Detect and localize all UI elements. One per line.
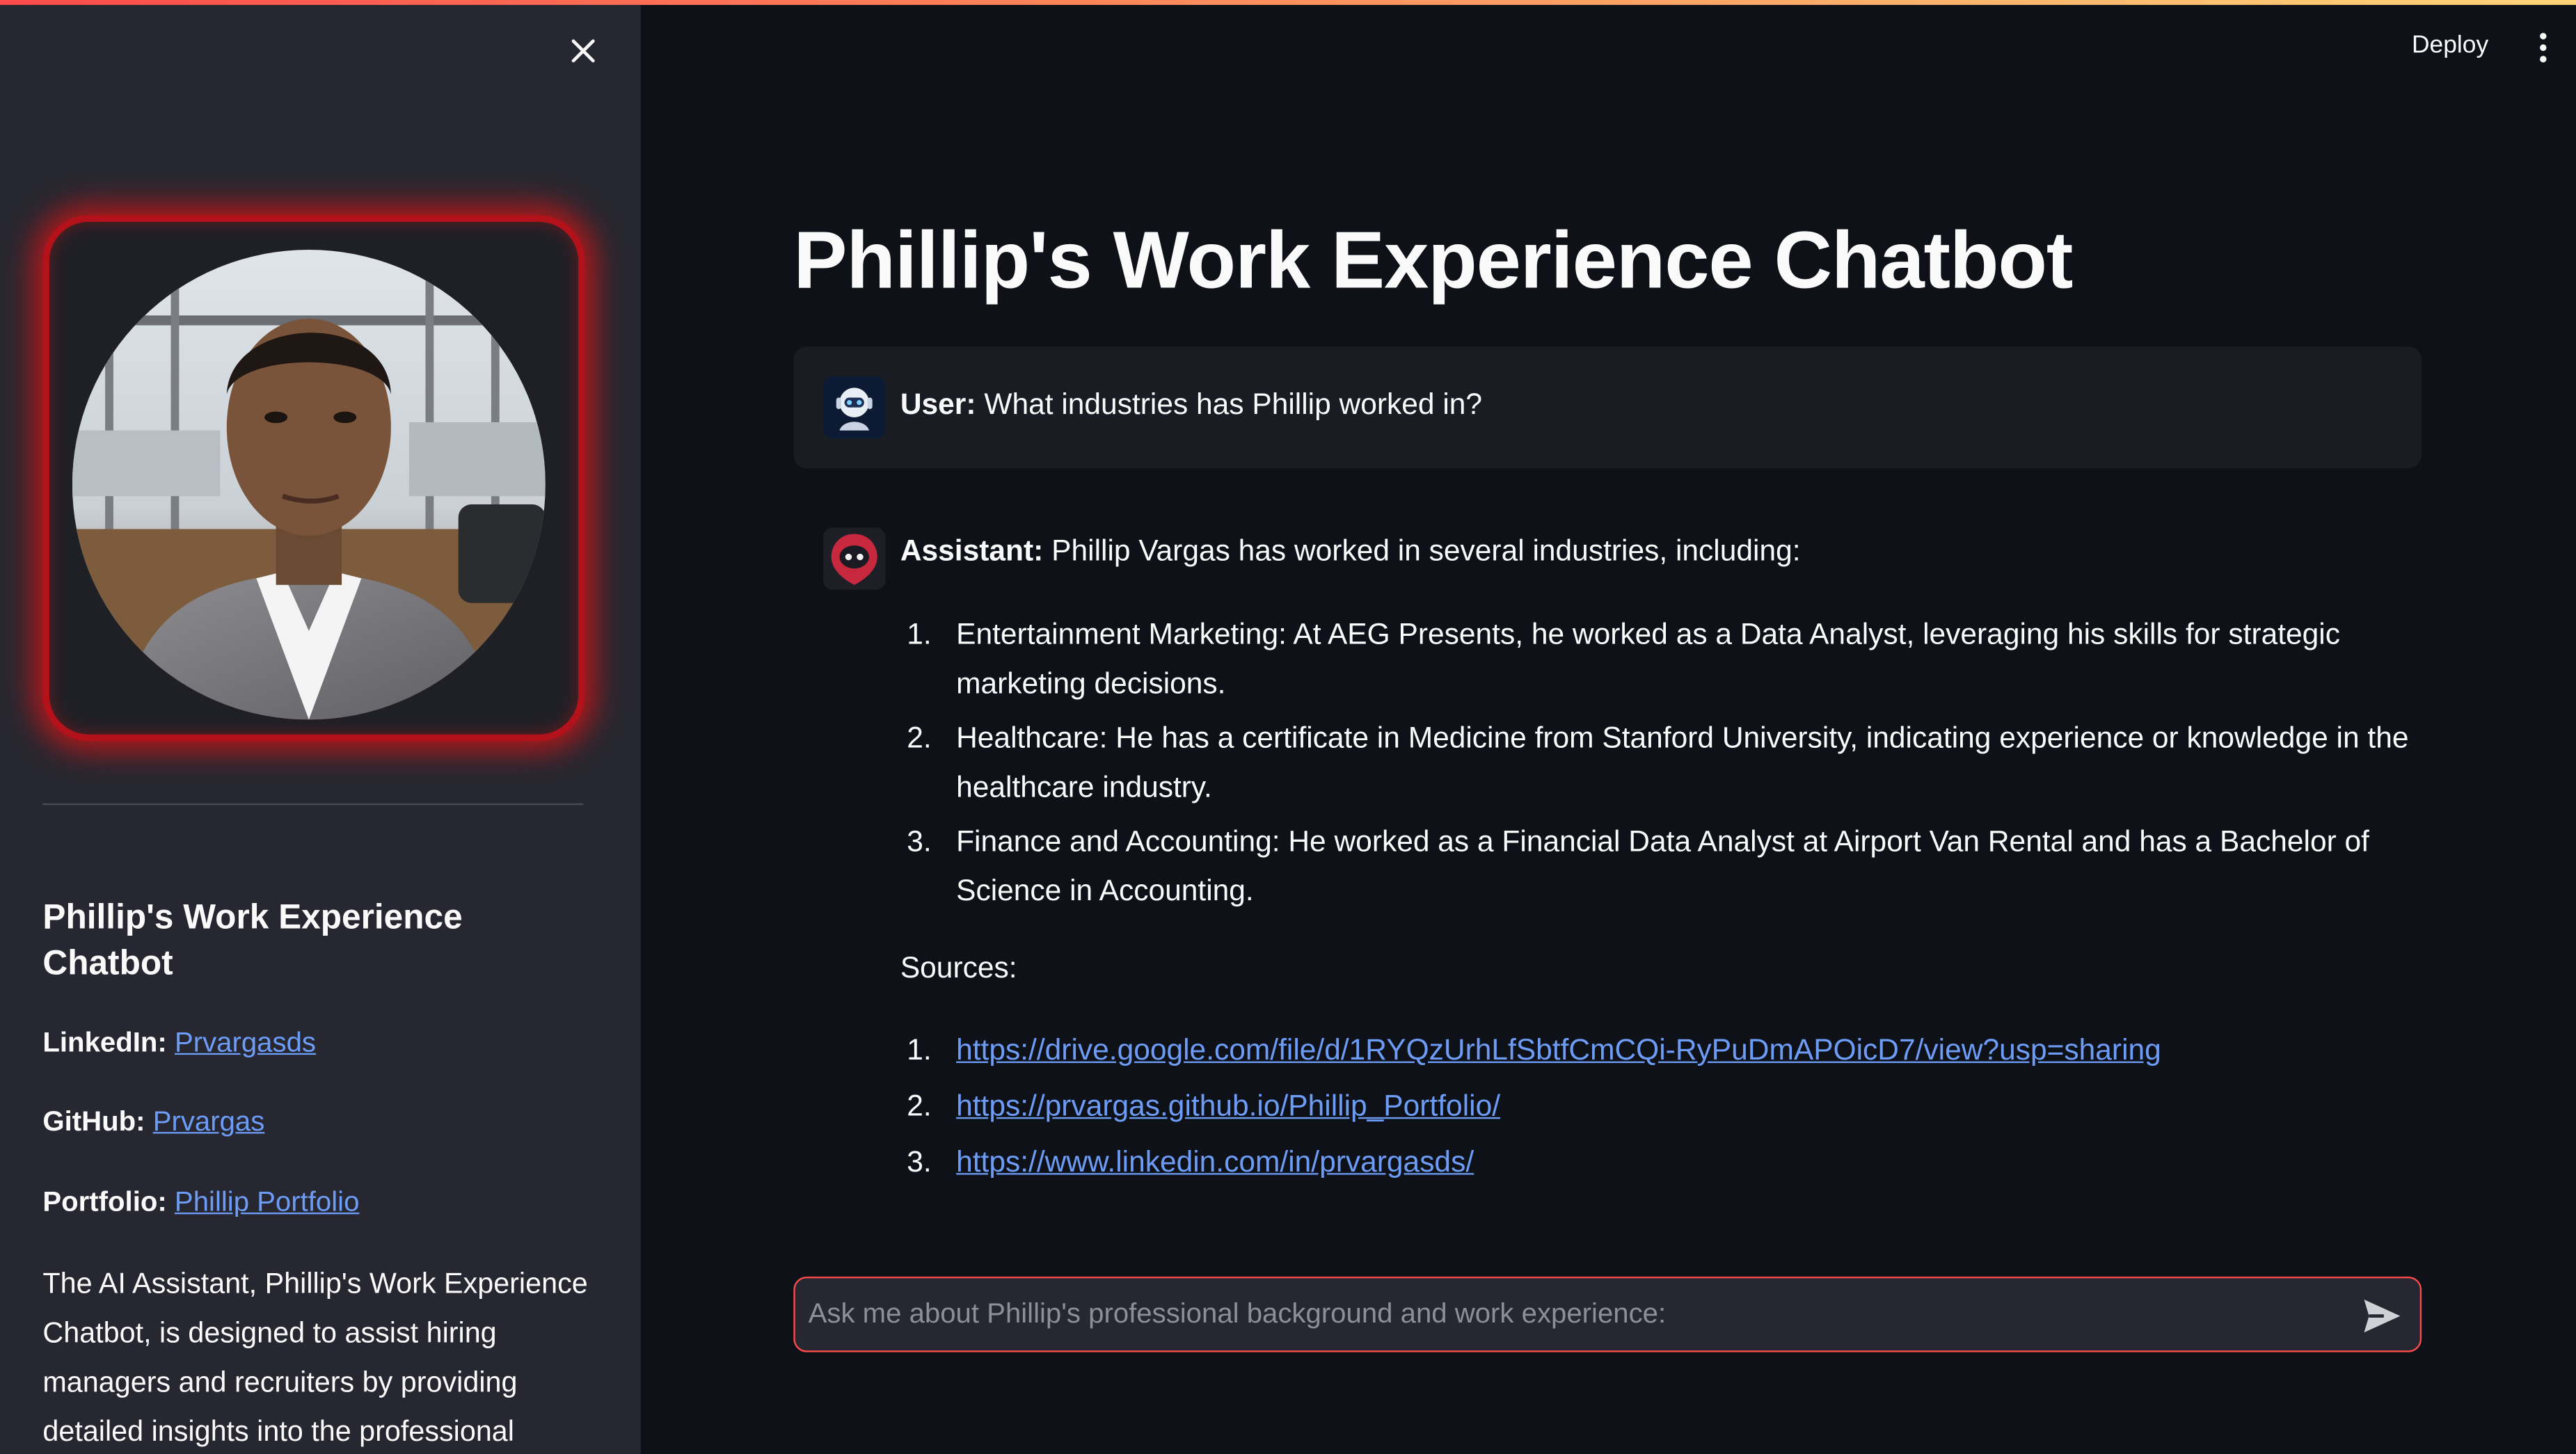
page-title: Phillip's Work Experience Chatbot	[793, 216, 2073, 306]
close-icon	[571, 39, 595, 63]
user-chat-message: User: What industries has Phillip worked…	[793, 346, 2422, 469]
list-item: 2. Healthcare: He has a certificate in M…	[900, 713, 2428, 812]
list-item: 3. Finance and Accounting: He worked as …	[900, 817, 2428, 916]
sidebar-portfolio-row: Portfolio: Phillip Portfolio	[42, 1185, 359, 1221]
github-label: GitHub:	[42, 1105, 145, 1137]
github-link[interactable]: Prvargas	[153, 1105, 265, 1137]
sources-label: Sources:	[900, 951, 1017, 984]
app-root: Phillip's Work Experience Chatbot Linked…	[0, 0, 2576, 1454]
list-item: 1. Entertainment Marketing: At AEG Prese…	[900, 609, 2428, 708]
sources-list: 1. https://drive.google.com/file/d/1RYQz…	[900, 1025, 2428, 1186]
industries-list: 1. Entertainment Marketing: At AEG Prese…	[900, 609, 2428, 915]
linkedin-link[interactable]: Prvargasds	[175, 1027, 316, 1058]
sidebar-description: The AI Assistant, Phillip's Work Experie…	[42, 1266, 588, 1448]
portfolio-link[interactable]: Phillip Portfolio	[175, 1186, 360, 1217]
assistant-intro-text: Phillip Vargas has worked in several ind…	[1051, 534, 1801, 567]
user-message-text: User: What industries has Phillip worked…	[900, 388, 1482, 422]
assistant-role-label: Assistant:	[900, 534, 1044, 567]
assistant-intro: Assistant: Phillip Vargas has worked in …	[900, 534, 1801, 569]
list-item-number: 3.	[907, 1145, 932, 1179]
sidebar-divider	[42, 803, 584, 806]
user-role-label: User:	[900, 388, 976, 421]
chat-input-container	[793, 1276, 2422, 1352]
list-item-text: Entertainment Marketing: At AEG Presents…	[956, 617, 2341, 701]
list-item-number: 1.	[907, 1033, 932, 1066]
list-item-number: 2.	[907, 1089, 932, 1122]
sidebar-github-row: GitHub: Prvargas	[42, 1104, 264, 1140]
profile-photo	[72, 249, 546, 720]
assistant-robot-avatar-icon	[822, 527, 886, 590]
list-item-text: Healthcare: He has a certificate in Medi…	[956, 721, 2409, 804]
kebab-menu-icon	[2540, 33, 2547, 40]
close-sidebar-button[interactable]	[564, 31, 603, 71]
portfolio-label: Portfolio:	[42, 1186, 167, 1217]
sidebar-title: Phillip's Work Experience Chatbot	[42, 898, 463, 983]
list-item-text: Finance and Accounting: He worked as a F…	[956, 824, 2370, 907]
list-item-number: 2.	[907, 721, 932, 754]
linkedin-label: LinkedIn:	[42, 1027, 167, 1058]
main-menu-button[interactable]	[2527, 26, 2559, 69]
sidebar-linkedin-row: LinkedIn: Prvargasds	[42, 1025, 316, 1062]
user-robot-avatar-icon	[822, 376, 886, 439]
list-item: 1. https://drive.google.com/file/d/1RYQz…	[900, 1025, 2428, 1075]
source-link[interactable]: https://prvargas.github.io/Phillip_Portf…	[956, 1089, 1500, 1122]
chat-input[interactable]	[808, 1284, 2337, 1344]
list-item: 3. https://www.linkedin.com/in/prvargasd…	[900, 1137, 2428, 1186]
source-link[interactable]: https://drive.google.com/file/d/1RYQzUrh…	[956, 1033, 2161, 1066]
source-link[interactable]: https://www.linkedin.com/in/prvargasds/	[956, 1145, 1474, 1178]
user-message-body: What industries has Phillip worked in?	[984, 388, 1483, 421]
send-button[interactable]	[2361, 1296, 2403, 1336]
send-icon	[2364, 1300, 2401, 1333]
sidebar: Phillip's Work Experience Chatbot Linked…	[0, 0, 641, 1454]
list-item: 2. https://prvargas.github.io/Phillip_Po…	[900, 1081, 2428, 1131]
list-item-number: 3.	[907, 824, 932, 858]
top-decoration-bar	[0, 0, 2576, 6]
deploy-button[interactable]: Deploy	[2402, 28, 2499, 63]
list-item-number: 1.	[907, 617, 932, 651]
